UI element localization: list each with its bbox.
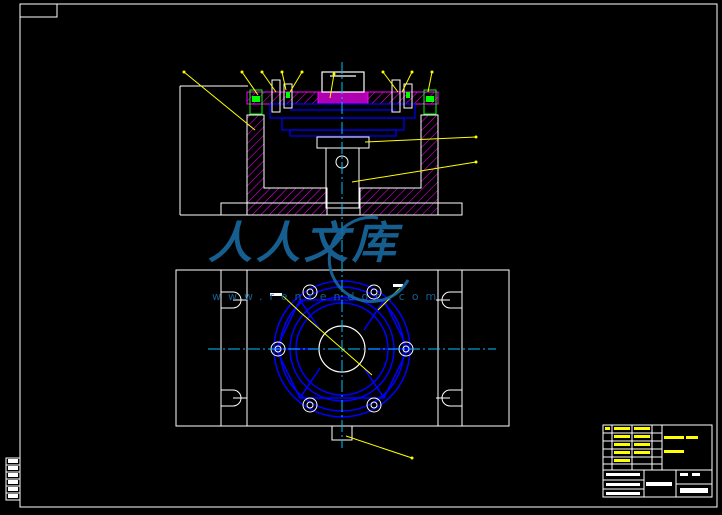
- cad-drawing: 人人文库 www.renrendoc.com: [5, 3, 718, 508]
- base-section-right: [359, 202, 439, 216]
- left-wall-section: [246, 114, 328, 204]
- top-plan-view: [175, 240, 510, 448]
- watermark-logo-text: 人人文库: [208, 218, 403, 269]
- drawing-number-box: [19, 3, 58, 18]
- base-section: [246, 202, 328, 216]
- watermark-url: www.renrendoc.com: [212, 290, 443, 303]
- cad-drawing-canvas: 人人文库 www.renrendoc.com: [0, 0, 722, 511]
- right-wall-section: [359, 114, 439, 204]
- front-section-view: [179, 62, 463, 240]
- height-dimension: [179, 85, 248, 216]
- left-revision-strip: [5, 457, 21, 501]
- locating-pin-head: [316, 136, 370, 149]
- watermark: 人人文库 www.renrendoc.com: [208, 215, 443, 303]
